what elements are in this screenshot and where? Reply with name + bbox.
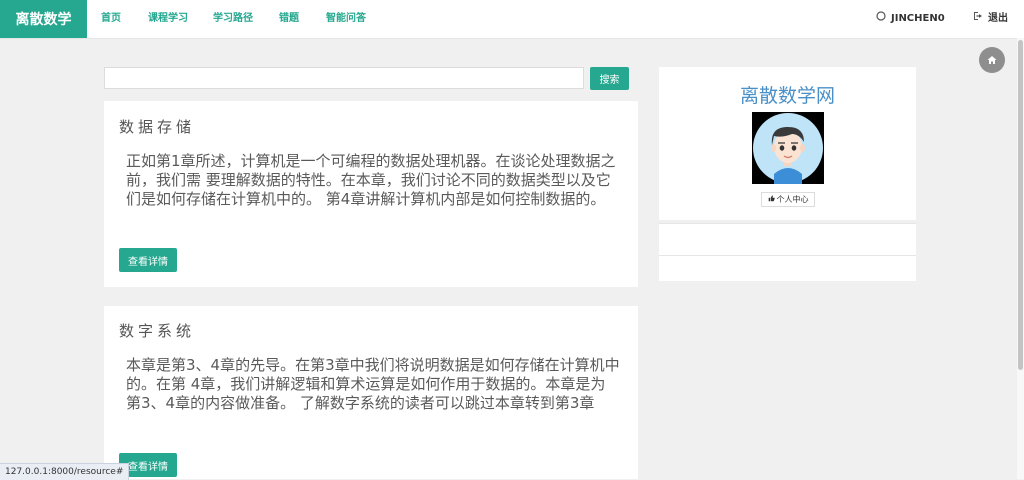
card-title: 数字系统 — [119, 322, 196, 340]
logout-link[interactable]: 退出 — [973, 0, 1008, 38]
card-description: 正如第1章所述，计算机是一个可编程的数据处理机器。在谈论处理数据之前，我们需 要… — [126, 152, 616, 208]
username: JINCHEN0 — [891, 13, 945, 24]
profile-panel: 离散数学网 个人中心 — [659, 67, 916, 220]
nav-item-mistakes[interactable]: 错题 — [279, 0, 299, 38]
user-icon — [876, 0, 886, 38]
brand-logo[interactable]: 离散数学 — [0, 0, 87, 38]
thumbs-up-icon — [768, 195, 775, 204]
view-details-button[interactable]: 查看详情 — [119, 248, 177, 272]
card-title: 数据存储 — [119, 118, 196, 136]
panel-row-1 — [659, 223, 916, 256]
search-button[interactable]: 搜索 — [590, 67, 629, 90]
top-navbar: 离散数学 首页 课程学习 学习路径 错题 智能问答 JINCHEN0 退出 — [0, 0, 1024, 39]
panel-row-2 — [659, 255, 916, 281]
personal-center-button[interactable]: 个人中心 — [761, 192, 815, 207]
logout-icon — [973, 0, 983, 38]
resource-card-data-storage: 数据存储 正如第1章所述，计算机是一个可编程的数据处理机器。在谈论处理数据之前，… — [104, 101, 638, 287]
personal-center-label: 个人中心 — [776, 195, 809, 204]
resource-card-number-system: 数字系统 本章是第3、4章的先导。在第3章中我们将说明数据是如何存储在计算机中的… — [104, 306, 638, 479]
home-icon[interactable] — [979, 47, 1005, 73]
nav-item-path[interactable]: 学习路径 — [213, 0, 253, 38]
avatar — [752, 112, 824, 184]
nav-item-home[interactable]: 首页 — [101, 0, 121, 38]
nav-item-qa[interactable]: 智能问答 — [326, 0, 366, 38]
scrollbar-thumb[interactable] — [1018, 40, 1023, 370]
search-input[interactable] — [104, 67, 584, 89]
logout-label: 退出 — [988, 13, 1008, 24]
user-menu[interactable]: JINCHEN0 — [876, 0, 945, 38]
status-bar-url: 127.0.0.1:8000/resource# — [0, 463, 130, 480]
card-description: 本章是第3、4章的先导。在第3章中我们将说明数据是如何存储在计算机中的。在第 4… — [126, 356, 620, 412]
site-title: 离散数学网 — [739, 85, 835, 107]
nav-item-course[interactable]: 课程学习 — [148, 0, 188, 38]
